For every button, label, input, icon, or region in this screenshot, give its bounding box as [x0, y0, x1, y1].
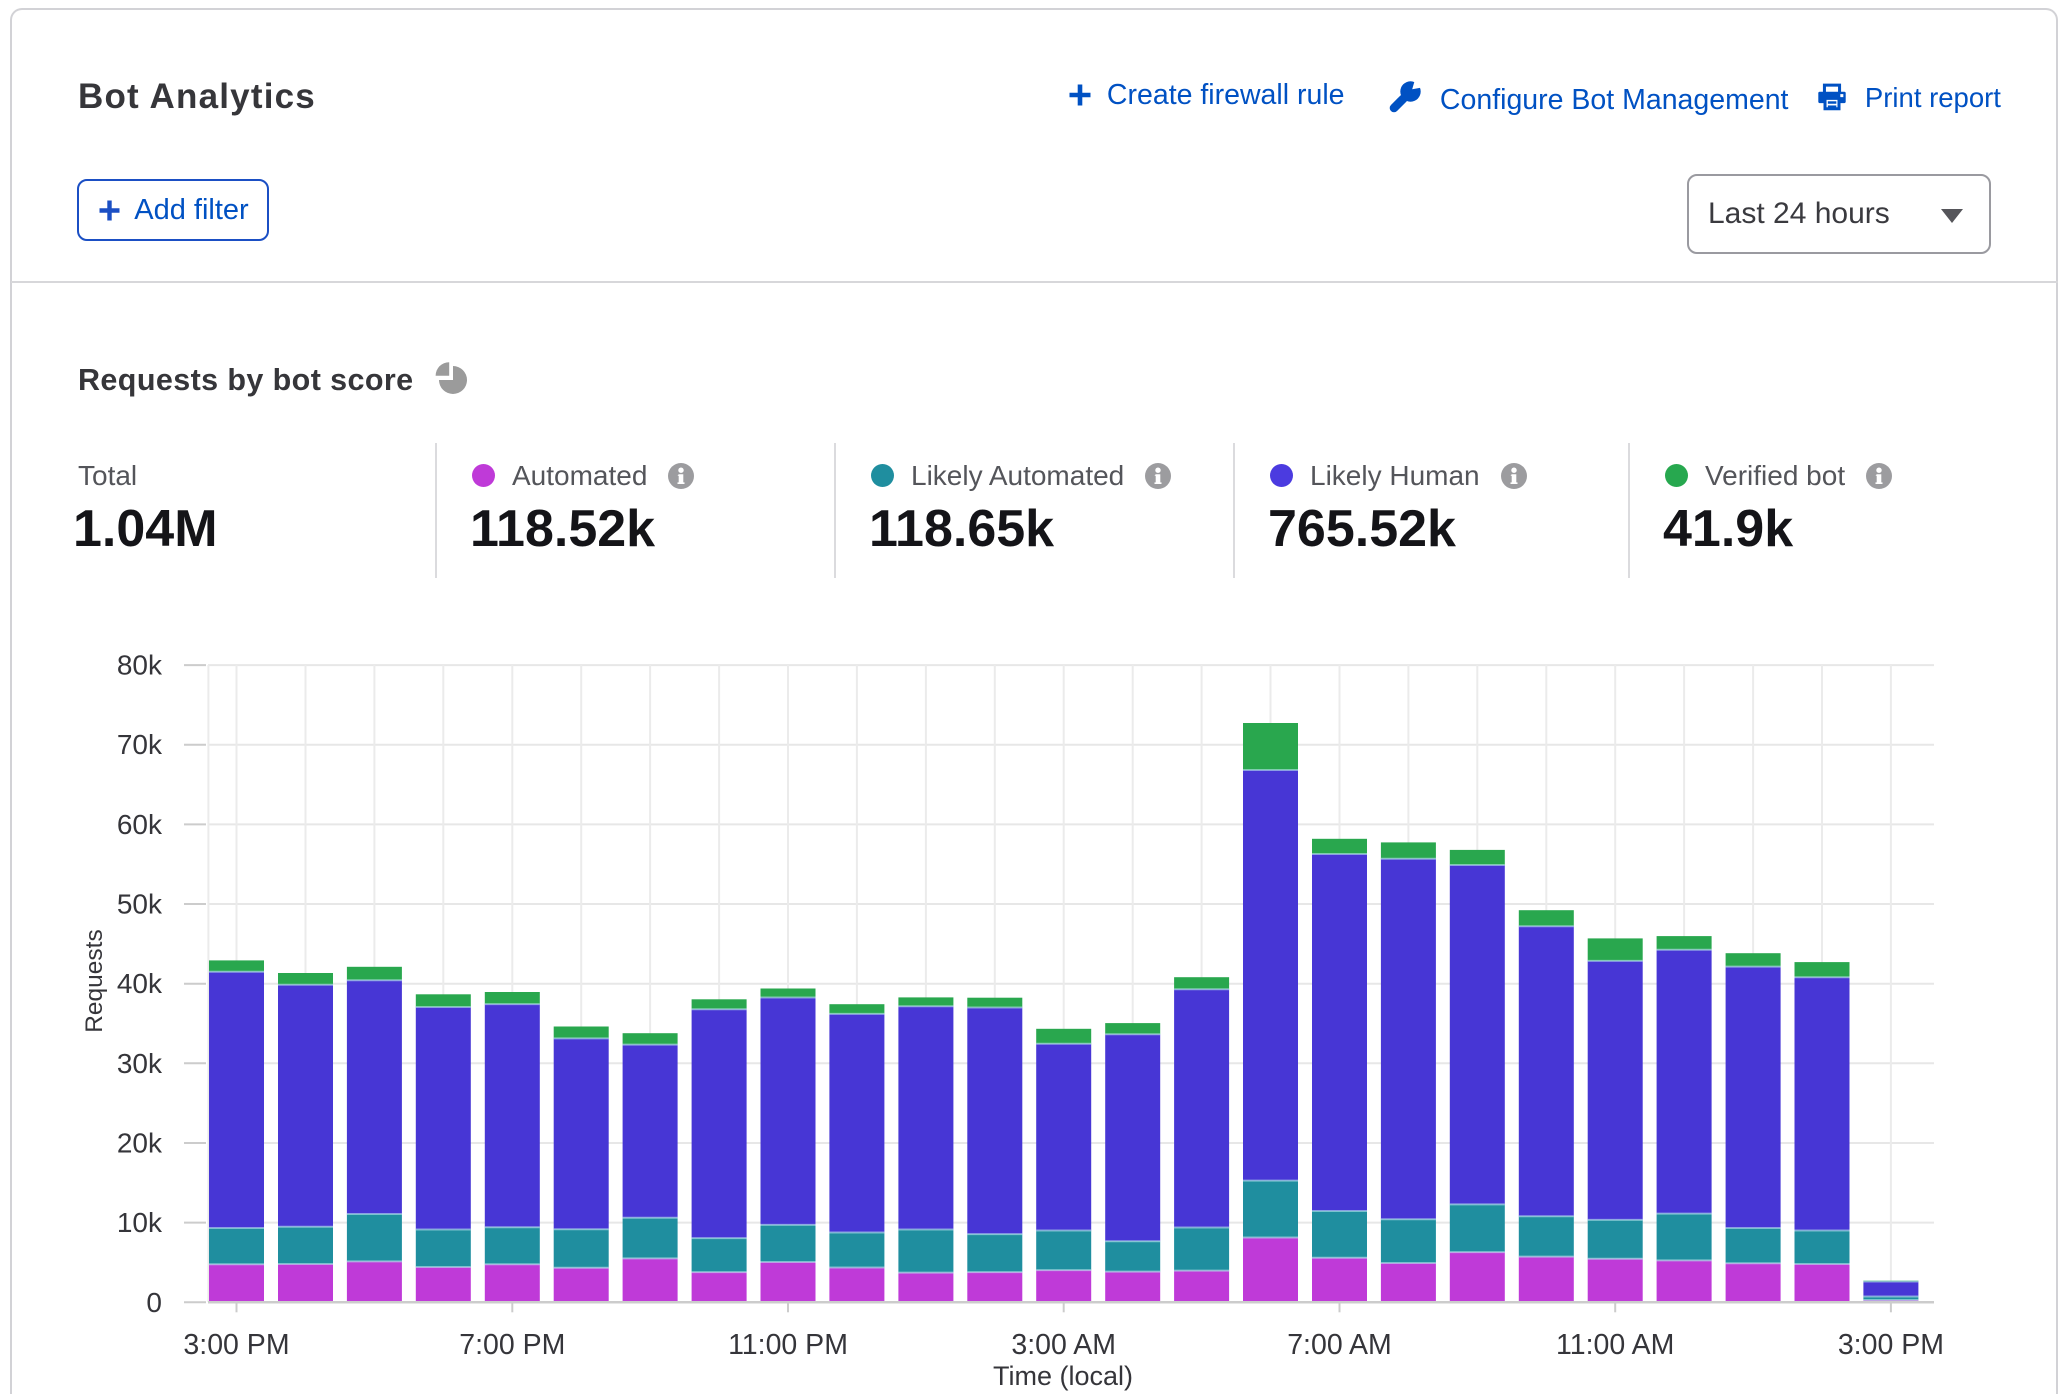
svg-text:10k: 10k [117, 1207, 163, 1238]
svg-text:3:00 PM: 3:00 PM [1838, 1329, 1944, 1361]
svg-text:7:00 AM: 7:00 AM [1287, 1329, 1392, 1361]
svg-text:20k: 20k [117, 1128, 163, 1159]
svg-text:7:00 PM: 7:00 PM [459, 1329, 565, 1361]
svg-text:0: 0 [146, 1287, 162, 1318]
svg-text:60k: 60k [117, 809, 163, 840]
svg-text:11:00 PM: 11:00 PM [728, 1329, 848, 1361]
svg-text:11:00 AM: 11:00 AM [1556, 1329, 1674, 1361]
svg-text:3:00 AM: 3:00 AM [1011, 1329, 1116, 1361]
svg-text:3:00 PM: 3:00 PM [183, 1329, 289, 1361]
svg-text:Time (local): Time (local) [993, 1361, 1133, 1391]
svg-text:30k: 30k [117, 1048, 163, 1079]
svg-text:70k: 70k [117, 729, 163, 760]
svg-text:40k: 40k [117, 968, 163, 999]
svg-text:80k: 80k [117, 650, 163, 681]
svg-text:Requests: Requests [81, 929, 108, 1033]
svg-text:50k: 50k [117, 889, 163, 920]
